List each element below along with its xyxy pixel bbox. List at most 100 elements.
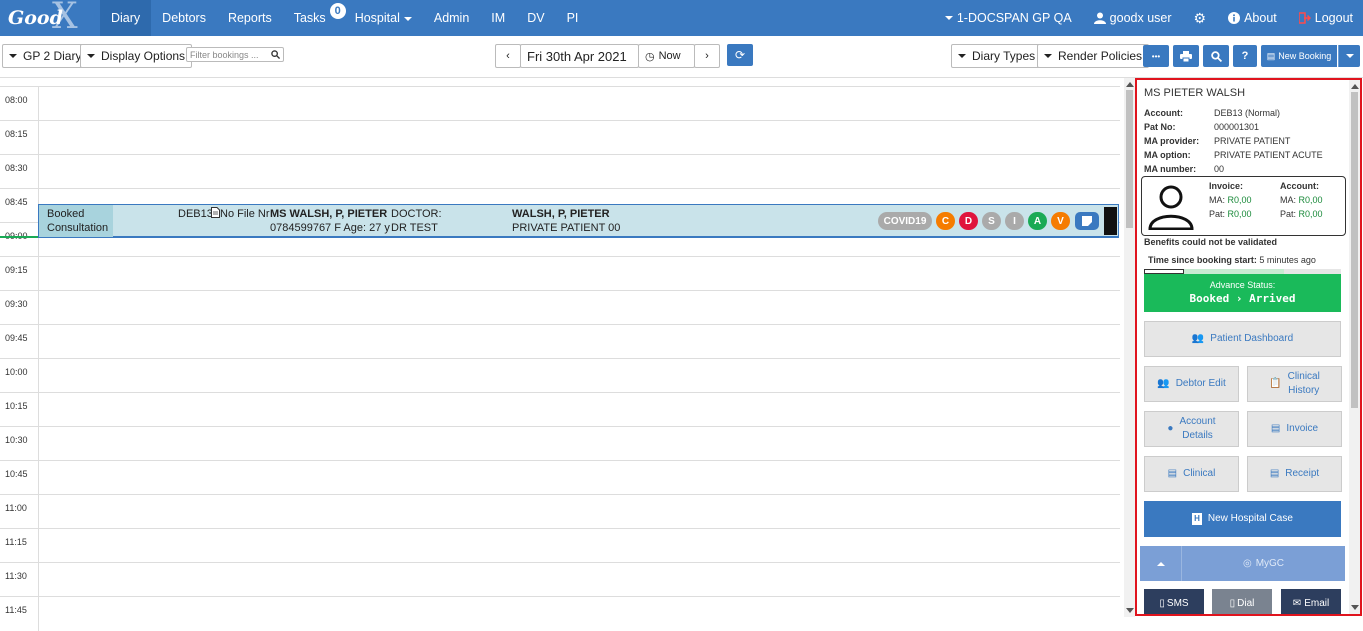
time-slot-cell[interactable] <box>38 155 39 189</box>
new-booking-dropdown[interactable] <box>1338 45 1360 67</box>
booking-doctor-label: DOCTOR: <box>391 208 442 220</box>
booking-note-button[interactable] <box>1075 212 1099 230</box>
account-details-button[interactable]: ● Account Details <box>1144 411 1239 447</box>
nav-im[interactable]: IM <box>480 0 516 36</box>
scroll-down-icon[interactable] <box>1126 608 1134 613</box>
envelope-icon: ✉ <box>1292 597 1302 609</box>
patient-dashboard-button[interactable]: 👥 Patient Dashboard <box>1144 321 1341 357</box>
nav-pi[interactable]: PI <box>556 0 590 36</box>
print-button[interactable] <box>1173 45 1199 67</box>
time-slot[interactable]: 10:15 <box>0 392 1120 427</box>
search-icon <box>1210 50 1222 62</box>
top-navbar: Good X Diary Debtors Reports Tasks 0 Hospi… <box>0 0 1363 37</box>
previous-day-button[interactable]: ‹ <box>495 44 521 68</box>
next-day-button[interactable]: › <box>694 44 720 68</box>
booking-tag-d[interactable]: D <box>959 212 978 230</box>
mygc-button[interactable]: ◎ MyGC <box>1182 546 1345 581</box>
booking-patient-name: MS WALSH, P, PIETER <box>270 208 388 220</box>
diary-select-button[interactable]: GP 2 Diary <box>2 44 89 68</box>
time-label: 09:30 <box>5 299 28 309</box>
time-slot-cell[interactable] <box>38 291 39 325</box>
scroll-down-icon[interactable] <box>1351 605 1359 610</box>
booking-tag-a[interactable]: A <box>1028 212 1047 230</box>
debtor-edit-button[interactable]: 👥 Debtor Edit <box>1144 366 1239 402</box>
time-slot-cell[interactable] <box>38 359 39 393</box>
time-slot[interactable]: 11:00 <box>0 494 1120 529</box>
time-slot-cell[interactable] <box>38 597 39 631</box>
email-button[interactable]: ✉ Email <box>1281 589 1341 614</box>
time-slot[interactable]: 11:30 <box>0 562 1120 597</box>
file-medical-icon: ▤ <box>1167 468 1178 479</box>
goodx-logo[interactable]: Good X <box>0 0 100 37</box>
time-slot-cell[interactable] <box>38 495 39 529</box>
booking-entry[interactable]: Booked Consultation DEB13 No File Nr MS … <box>38 204 1119 238</box>
practice-selector[interactable]: 1-DOCSPAN GP QA <box>934 0 1083 36</box>
sms-button[interactable]: ▯ SMS <box>1144 589 1204 614</box>
new-booking-button[interactable]: ▤ New Booking <box>1261 45 1337 67</box>
time-slot-cell[interactable] <box>38 257 39 291</box>
scroll-up-icon[interactable] <box>1126 82 1134 87</box>
now-button[interactable]: ◷ Now <box>638 44 695 68</box>
time-slot-cell[interactable] <box>38 529 39 563</box>
time-slot[interactable]: 11:45 <box>0 596 1120 631</box>
time-slot[interactable]: 11:15 <box>0 528 1120 563</box>
new-hospital-case-button[interactable]: H New Hospital Case <box>1144 501 1341 537</box>
calendar-scrollbar[interactable] <box>1124 78 1135 617</box>
date-picker[interactable]: Fri 30th Apr 2021 <box>520 44 639 68</box>
time-slot-cell[interactable] <box>38 563 39 597</box>
time-slot-cell[interactable] <box>38 325 39 359</box>
search-button[interactable] <box>1203 45 1229 67</box>
nav-tasks[interactable]: Tasks 0 <box>283 0 346 36</box>
time-slot-cell[interactable] <box>38 393 39 427</box>
nav-dv[interactable]: DV <box>516 0 555 36</box>
booking-tag-i[interactable]: I <box>1005 212 1024 230</box>
about-link[interactable]: About <box>1217 0 1288 36</box>
nav-reports[interactable]: Reports <box>217 0 283 36</box>
nav-diary[interactable]: Diary <box>100 0 152 36</box>
time-slot[interactable]: 09:15 <box>0 256 1120 291</box>
time-slot-cell[interactable] <box>38 87 39 121</box>
caret-up-icon <box>1156 561 1165 566</box>
settings-button[interactable]: ⚙ <box>1183 0 1218 36</box>
booking-tag-v[interactable]: V <box>1051 212 1070 230</box>
panel-scroll-thumb[interactable] <box>1351 92 1358 408</box>
render-policies-button[interactable]: Render Policies <box>1037 44 1150 68</box>
clinical-history-button[interactable]: 📋 Clinical History <box>1247 366 1342 402</box>
time-slot-cell[interactable] <box>38 461 39 495</box>
time-slot[interactable]: 08:30 <box>0 154 1120 189</box>
time-slot-cell[interactable] <box>38 427 39 461</box>
diary-types-button[interactable]: Diary Types <box>951 44 1043 68</box>
help-button[interactable]: ? <box>1233 45 1257 67</box>
booking-tag-s[interactable]: S <box>982 212 1001 230</box>
time-slot[interactable]: 10:30 <box>0 426 1120 461</box>
user-menu[interactable]: goodx user <box>1083 0 1183 36</box>
invoice-button[interactable]: ▤ Invoice <box>1247 411 1342 447</box>
time-slot[interactable]: 08:15 <box>0 120 1120 155</box>
logout-link[interactable]: Logout <box>1288 0 1363 36</box>
time-slot[interactable]: 09:30 <box>0 290 1120 325</box>
calendar-scroll-thumb[interactable] <box>1126 90 1133 228</box>
filter-bookings-input[interactable]: Filter bookings ... <box>186 47 284 62</box>
dial-button[interactable]: ▯ Dial <box>1212 589 1272 614</box>
advance-status-button[interactable]: Advance Status: Booked › Arrived <box>1144 274 1341 312</box>
booking-tag-c[interactable]: C <box>936 212 955 230</box>
panel-scrollbar[interactable] <box>1349 80 1360 614</box>
time-slot-cell[interactable] <box>38 121 39 155</box>
nav-debtors[interactable]: Debtors <box>151 0 217 36</box>
nav-admin[interactable]: Admin <box>423 0 480 36</box>
time-slot[interactable]: 10:45 <box>0 460 1120 495</box>
caret-down-icon <box>87 54 95 58</box>
booking-tag-covid19[interactable]: COVID19 <box>878 212 932 230</box>
time-slot[interactable]: 09:45 <box>0 324 1120 359</box>
nav-hospital[interactable]: Hospital <box>344 0 423 36</box>
clinical-button[interactable]: ▤ Clinical <box>1144 456 1239 492</box>
search-icon <box>271 50 280 59</box>
display-options-button[interactable]: Display Options <box>80 44 193 68</box>
more-options-button[interactable]: ••• <box>1143 45 1169 67</box>
receipt-button[interactable]: ▤ Receipt <box>1247 456 1342 492</box>
refresh-button[interactable]: ⟳ <box>727 44 753 66</box>
time-slot[interactable]: 10:00 <box>0 358 1120 393</box>
scroll-up-icon[interactable] <box>1351 84 1359 89</box>
collapse-button[interactable] <box>1140 546 1182 581</box>
time-slot[interactable]: 08:00 <box>0 86 1120 121</box>
